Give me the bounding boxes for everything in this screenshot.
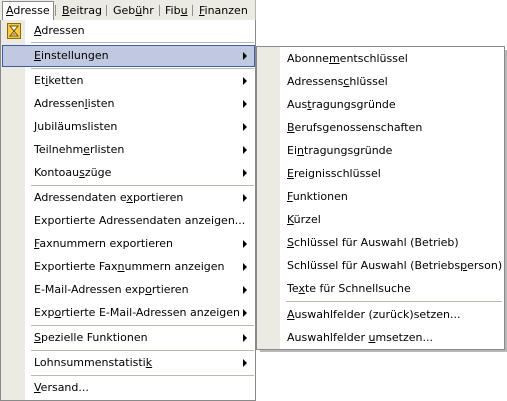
- menubar-separator: [192, 5, 193, 16]
- submenu-item-kuerzel[interactable]: Kürzel: [258, 208, 503, 231]
- einstellungen-submenu: Abonnementschlüssel Adressenschlüssel Au…: [256, 46, 505, 350]
- menu-item-exportierte-faxnummern-anzeigen[interactable]: Exportierte Faxnummern anzeigen: [2, 256, 255, 278]
- adresse-dropdown-menu: Adressen Einstellungen Etiketten Adresse…: [0, 20, 256, 401]
- submenu-arrow-icon: [243, 77, 247, 85]
- submenu-item-texte-schnellsuche[interactable]: Texte für Schnellsuche: [258, 277, 503, 300]
- menu-item-einstellungen[interactable]: Einstellungen: [2, 45, 255, 67]
- menu-item-adressendaten-exportieren[interactable]: Adressendaten exportieren: [2, 187, 255, 209]
- menu-item-kontoauszuege[interactable]: Kontoauszüge: [2, 162, 255, 184]
- submenu-item-abonnementschluessel[interactable]: Abonnementschlüssel: [258, 47, 503, 70]
- submenu-arrow-icon: [243, 52, 247, 60]
- menu-separator: [31, 350, 254, 351]
- menu-item-etiketten[interactable]: Etiketten: [2, 70, 255, 92]
- menu-item-jubilaeumslisten[interactable]: Jubiläumslisten: [2, 116, 255, 138]
- submenu-separator: [286, 301, 502, 302]
- menu-separator: [31, 325, 254, 326]
- menu-item-teilnehmerlisten[interactable]: Teilnehmerlisten: [2, 139, 255, 161]
- hourglass-icon: [7, 23, 21, 39]
- menu-item-spezielle-funktionen[interactable]: Spezielle Funktionen: [2, 327, 255, 349]
- submenu-item-auswahlfelder-umsetzen[interactable]: Auswahlfelder umsetzen...: [258, 326, 503, 349]
- submenu-item-funktionen[interactable]: Funktionen: [258, 185, 503, 208]
- menu-item-faxnummern-exportieren[interactable]: Faxnummern exportieren: [2, 233, 255, 255]
- menubar-separator: [159, 5, 160, 16]
- submenu-arrow-icon: [243, 334, 247, 342]
- submenu-item-auswahlfelder-zuruecksetzen[interactable]: Auswahlfelder (zurück)setzen...: [258, 303, 503, 326]
- submenu-item-eintragungsgruende[interactable]: Eintragungsgründe: [258, 139, 503, 162]
- submenu-arrow-icon: [243, 123, 247, 131]
- submenu-item-berufsgenossenschaften[interactable]: Berufsgenossenschaften: [258, 116, 503, 139]
- menubar-gebuehr[interactable]: Gebühr: [109, 2, 158, 19]
- submenu-item-schluessel-auswahl-betrieb[interactable]: Schlüssel für Auswahl (Betrieb): [258, 231, 503, 254]
- menu-separator: [31, 68, 254, 69]
- menubar-fibu[interactable]: Fibu: [161, 2, 192, 19]
- menu-separator: [31, 185, 254, 186]
- submenu-arrow-icon: [243, 100, 247, 108]
- submenu-arrow-icon: [243, 194, 247, 202]
- submenu-arrow-icon: [243, 286, 247, 294]
- menubar-finanzen[interactable]: Finanzen: [195, 2, 252, 19]
- menubar-adresse[interactable]: Adresse: [2, 1, 54, 20]
- menubar-beitrag[interactable]: Beitrag: [58, 2, 106, 19]
- menu-item-exportierte-adressendaten-anzeigen[interactable]: Exportierte Adressendaten anzeigen...: [2, 210, 255, 232]
- menu-item-adressen[interactable]: Adressen: [2, 20, 255, 42]
- submenu-item-schluessel-auswahl-betriebsperson[interactable]: Schlüssel für Auswahl (Betriebsperson): [258, 254, 503, 277]
- menubar-separator: [106, 5, 107, 16]
- submenu-item-ereignisschluessel[interactable]: Ereignisschlüssel: [258, 162, 503, 185]
- submenu-arrow-icon: [243, 263, 247, 271]
- menu-item-versand[interactable]: Versand...: [2, 377, 255, 399]
- submenu-arrow-icon: [243, 359, 247, 367]
- menu-separator: [31, 42, 254, 43]
- submenu-arrow-icon: [243, 309, 247, 317]
- submenu-shadow: [260, 350, 507, 352]
- menu-bar: Adresse Beitrag Gebühr Fibu Finanzen: [0, 0, 256, 21]
- menu-item-email-adressen-exportieren[interactable]: E-Mail-Adressen exportieren: [2, 279, 255, 301]
- submenu-arrow-icon: [243, 169, 247, 177]
- submenu-arrow-icon: [243, 146, 247, 154]
- menu-item-adressenlisten[interactable]: Adressenlisten: [2, 93, 255, 115]
- menu-item-lohnsummenstatistik[interactable]: Lohnsummenstatistik: [2, 352, 255, 374]
- submenu-item-austragungsgruende[interactable]: Austragungsgründe: [258, 93, 503, 116]
- submenu-item-adressenschluessel[interactable]: Adressenschlüssel: [258, 70, 503, 93]
- menu-separator: [31, 375, 254, 376]
- submenu-arrow-icon: [243, 240, 247, 248]
- menubar-separator: [55, 5, 56, 16]
- menu-item-exportierte-email-adressen-anzeigen[interactable]: Exportierte E-Mail-Adressen anzeigen: [2, 302, 255, 324]
